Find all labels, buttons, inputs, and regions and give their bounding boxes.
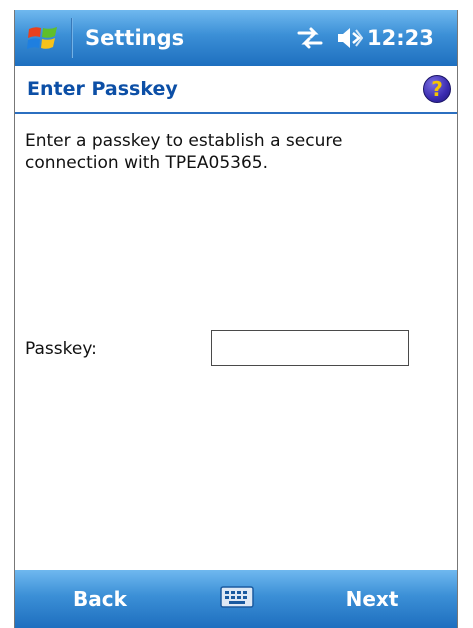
app-title: Settings <box>85 26 185 50</box>
next-button[interactable]: Next <box>287 570 457 628</box>
title-bar: Settings 12:23 <box>15 10 457 66</box>
connectivity-icon[interactable] <box>295 24 325 52</box>
help-glyph: ? <box>431 77 443 101</box>
windows-flag-icon <box>27 27 57 49</box>
device-screen: Settings 12:23 Enter Passkey ? Enter a p… <box>14 10 458 628</box>
content-area: Enter a passkey to establish a secure co… <box>15 114 457 570</box>
speaker-icon[interactable] <box>335 25 364 51</box>
softkey-bar: Back Next <box>15 570 457 628</box>
help-icon[interactable]: ? <box>423 75 451 103</box>
passkey-label: Passkey: <box>25 339 97 359</box>
passkey-input[interactable] <box>211 330 409 366</box>
start-button[interactable] <box>15 10 71 66</box>
back-button[interactable]: Back <box>15 570 185 628</box>
instruction-text: Enter a passkey to establish a secure co… <box>25 131 343 173</box>
clock-time[interactable]: 12:23 <box>367 24 434 52</box>
keyboard-icon[interactable] <box>219 582 255 612</box>
screen-frame: Settings 12:23 Enter Passkey ? Enter a p… <box>0 0 473 628</box>
title-divider <box>71 18 73 58</box>
page-title: Enter Passkey <box>27 78 178 100</box>
page-header: Enter Passkey ? <box>15 66 457 114</box>
